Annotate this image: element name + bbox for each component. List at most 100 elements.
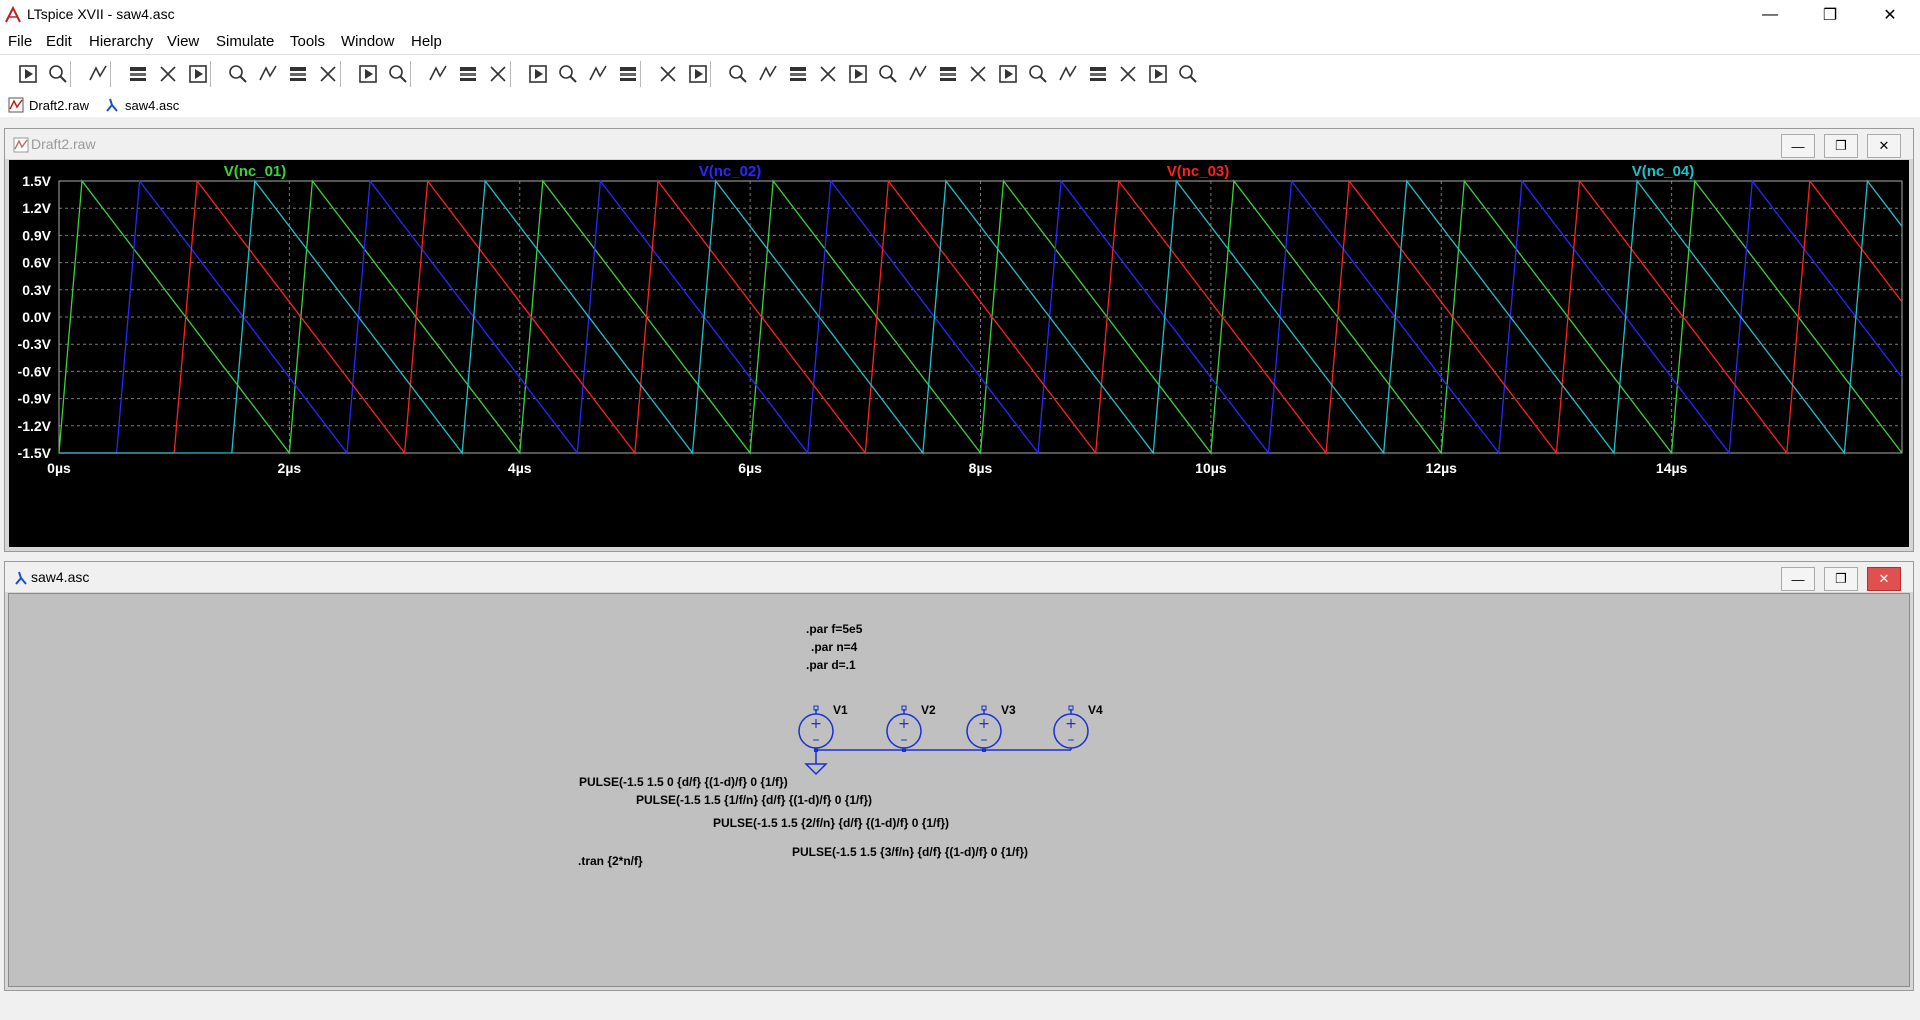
rotate-icon [1090, 67, 1106, 81]
rotate-button[interactable] [1084, 60, 1112, 88]
open-button[interactable] [44, 60, 72, 88]
restore-icon: ❐ [1822, 7, 1838, 24]
pan-button[interactable] [184, 60, 212, 88]
find-button[interactable] [614, 60, 642, 88]
ltspice-logo-icon [5, 6, 21, 23]
schematic-close-button[interactable]: ✕ [1867, 567, 1901, 591]
waveform-close-button[interactable]: ✕ [1867, 134, 1901, 158]
directive-par-d[interactable]: .par d=.1 [806, 658, 856, 672]
menu-edit[interactable]: Edit [46, 33, 72, 50]
menu-view[interactable]: View [167, 33, 199, 50]
legend-label-3: V(nc_03) [1167, 163, 1230, 180]
schematic-window-title: saw4.asc [31, 569, 90, 585]
schematic-canvas[interactable]: .par f=5e5 .par n=4 .par d=.1 + – + – + … [8, 593, 1910, 987]
y-tick-label: -1.2V [18, 418, 52, 434]
save-button[interactable] [84, 60, 112, 88]
label-v3[interactable]: V3 [1001, 704, 1016, 717]
diode-button[interactable] [904, 60, 932, 88]
x-tick-label: 10µs [1195, 460, 1227, 476]
move-button[interactable] [964, 60, 992, 88]
resistor-icon [820, 66, 836, 82]
menu-hierarchy[interactable]: Hierarchy [89, 33, 153, 50]
close-button[interactable]: ✕ [1860, 0, 1920, 30]
component-button[interactable] [934, 60, 962, 88]
cut-button[interactable] [524, 60, 552, 88]
zoom-fit-button[interactable] [314, 60, 342, 88]
restore-button[interactable]: ❐ [1800, 0, 1860, 30]
drag-button[interactable] [994, 60, 1022, 88]
autorange-button[interactable] [354, 60, 382, 88]
minimize-icon: — [1791, 571, 1805, 587]
capacitor-button[interactable] [844, 60, 872, 88]
schematic-minimize-button[interactable]: — [1781, 567, 1815, 591]
directive-par-n[interactable]: .par n=4 [811, 640, 857, 654]
x-tick-label: 0µs [47, 460, 71, 476]
control-panel-button[interactable] [124, 60, 152, 88]
undo-icon [1029, 65, 1047, 83]
draw-wire-button[interactable] [724, 60, 752, 88]
capacitor-icon [849, 65, 867, 83]
voltage-source-v4[interactable]: + – [1007, 705, 1089, 751]
zoom-out-icon [290, 67, 306, 81]
y-tick-label: 0.6V [22, 255, 51, 271]
waveform-window-titlebar: Draft2.raw — ❐ ✕ [5, 129, 1913, 159]
zoom-out-button[interactable] [284, 60, 312, 88]
zoom-in-button[interactable] [224, 60, 252, 88]
spice-directive-button[interactable] [1174, 60, 1202, 88]
y-tick-label: 0.3V [22, 282, 51, 298]
print-preview-button[interactable] [684, 60, 712, 88]
label-v1[interactable]: V1 [833, 704, 848, 717]
zoom-area-button[interactable] [254, 60, 282, 88]
label-v4[interactable]: V4 [1088, 704, 1103, 717]
x-tick-label: 2µs [278, 460, 302, 476]
menu-file[interactable]: File [8, 33, 32, 50]
menu-tools[interactable]: Tools [290, 33, 325, 50]
cascade-button[interactable] [484, 60, 512, 88]
waveform-minimize-button[interactable]: — [1781, 134, 1815, 158]
component-icon [940, 67, 956, 81]
redo-button[interactable] [1054, 60, 1082, 88]
ground-symbol[interactable] [804, 763, 828, 776]
circuit-sources[interactable]: + – + – + – + – V1 V2 V3 V4 [789, 704, 1139, 784]
pulse-v4[interactable]: PULSE(-1.5 1.5 {3/f/n} {d/f} {(1-d)/f} 0… [792, 845, 1028, 859]
waveform-maximize-button[interactable]: ❐ [1824, 134, 1858, 158]
undo-button[interactable] [1024, 60, 1052, 88]
tab-saw4-asc[interactable]: saw4.asc [104, 95, 180, 115]
print-preview-icon [689, 65, 707, 83]
paste-button[interactable] [584, 60, 612, 88]
inductor-button[interactable] [874, 60, 902, 88]
directive-tran[interactable]: .tran {2*n/f} [578, 854, 643, 868]
menu-simulate[interactable]: Simulate [216, 33, 274, 50]
schematic-maximize-button[interactable]: ❐ [1824, 567, 1858, 591]
menu-window[interactable]: Window [341, 33, 394, 50]
voltage-source-v2[interactable]: + – [886, 705, 922, 752]
mirror-button[interactable] [1114, 60, 1142, 88]
title-bar: LTspice XVII - saw4.asc — ❐ ✕ [0, 0, 1920, 30]
legend-label-4: V(nc_04) [1632, 163, 1695, 180]
label-v2[interactable]: V2 [921, 704, 936, 717]
label-button[interactable] [784, 60, 812, 88]
schematic-window: saw4.asc — ❐ ✕ .par f=5e5 .par n=4 .par … [4, 561, 1914, 991]
run-button[interactable] [14, 60, 42, 88]
tile-h-button[interactable] [424, 60, 452, 88]
svg-text:+: + [810, 716, 822, 732]
pulse-v2[interactable]: PULSE(-1.5 1.5 {1/f/n} {d/f} {(1-d)/f} 0… [636, 793, 872, 807]
find-icon [620, 67, 636, 81]
halt-button[interactable] [154, 60, 182, 88]
directive-par-f[interactable]: .par f=5e5 [806, 622, 862, 636]
resistor-button[interactable] [814, 60, 842, 88]
pulse-v1[interactable]: PULSE(-1.5 1.5 0 {d/f} {(1-d)/f} 0 {1/f}… [579, 775, 788, 789]
text-button[interactable] [1144, 60, 1172, 88]
waveform-plot[interactable]: 1.5V 1.2V 0.9V 0.6V 0.3V 0.0V -0.3V -0.6V -0.9V -… [9, 160, 1909, 547]
copy-button[interactable] [554, 60, 582, 88]
tab-draft2-raw[interactable]: Draft2.raw [8, 95, 89, 115]
voltage-source-v3[interactable]: + – [966, 705, 1002, 752]
minimize-button[interactable]: — [1740, 0, 1800, 30]
cursor-button[interactable] [384, 60, 412, 88]
tile-v-button[interactable] [454, 60, 482, 88]
ground-button[interactable] [754, 60, 782, 88]
menu-help[interactable]: Help [411, 33, 442, 50]
pulse-v3[interactable]: PULSE(-1.5 1.5 {2/f/n} {d/f} {(1-d)/f} 0… [713, 816, 949, 830]
voltage-source-v1[interactable]: + – [798, 705, 834, 764]
print-button[interactable] [654, 60, 682, 88]
